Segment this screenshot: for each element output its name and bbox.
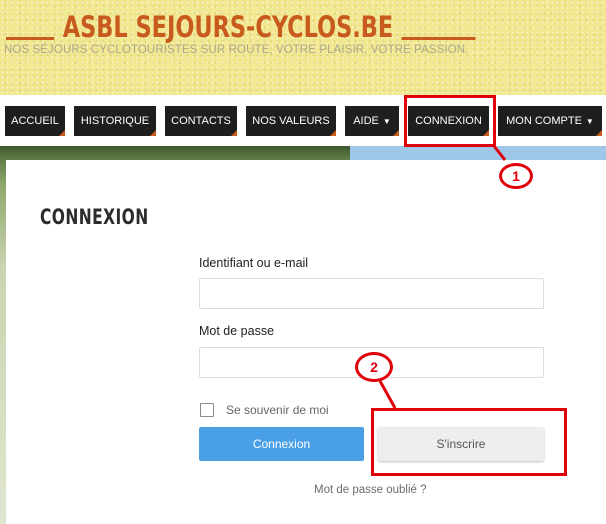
- site-header: ASBL SEJOURS-CYCLOS.BE NOS SÉJOURS CYCLO…: [0, 0, 606, 95]
- title-underline-right: [401, 37, 476, 40]
- checkbox-icon[interactable]: [200, 403, 214, 417]
- nav-item-label: NOS VALEURS: [252, 115, 330, 127]
- chevron-down-icon: ▼: [585, 116, 594, 126]
- nav-item-aide[interactable]: AIDE ▼: [345, 106, 399, 136]
- nav-item-mon-compte[interactable]: MON COMPTE ▼: [498, 106, 602, 136]
- nav-item-contacts[interactable]: CONTACTS: [165, 106, 237, 136]
- main-navigation: ACCUEIL HISTORIQUE CONTACTS NOS VALEURS …: [0, 106, 606, 136]
- username-input[interactable]: [199, 278, 544, 309]
- annotation-marker-2: 2: [355, 352, 393, 382]
- remember-me-label[interactable]: Se souvenir de moi: [226, 403, 329, 417]
- site-title-text[interactable]: ASBL SEJOURS-CYCLOS.BE: [63, 10, 393, 44]
- username-label: Identifiant ou e-mail: [199, 256, 309, 270]
- forgot-password-link[interactable]: Mot de passe oublié ?: [314, 484, 427, 496]
- nav-item-label: HISTORIQUE: [80, 115, 150, 127]
- annotation-highlight-connexion: [404, 95, 496, 147]
- background-sky: [350, 146, 606, 160]
- password-label: Mot de passe: [199, 324, 275, 338]
- nav-item-label: ACCUEIL: [11, 115, 59, 127]
- site-title[interactable]: ASBL SEJOURS-CYCLOS.BE: [6, 4, 476, 44]
- page-title: CONNEXION: [40, 205, 149, 229]
- annotation-highlight-register: [371, 408, 567, 476]
- nav-item-nos-valeurs[interactable]: NOS VALEURS: [246, 106, 336, 136]
- site-tagline: NOS SÉJOURS CYCLOTOURISTES SUR ROUTE, VO…: [4, 44, 469, 56]
- nav-item-label: MON COMPTE: [506, 115, 582, 127]
- annotation-marker-1: 1: [499, 163, 533, 189]
- remember-me[interactable]: Se souvenir de moi: [200, 403, 329, 417]
- nav-item-historique[interactable]: HISTORIQUE: [74, 106, 156, 136]
- login-button[interactable]: Connexion: [199, 427, 364, 461]
- title-underline-left: [6, 37, 55, 40]
- nav-item-label: CONTACTS: [171, 115, 231, 127]
- chevron-down-icon: ▼: [382, 116, 391, 126]
- nav-item-accueil[interactable]: ACCUEIL: [5, 106, 65, 136]
- nav-item-label: AIDE: [353, 115, 379, 127]
